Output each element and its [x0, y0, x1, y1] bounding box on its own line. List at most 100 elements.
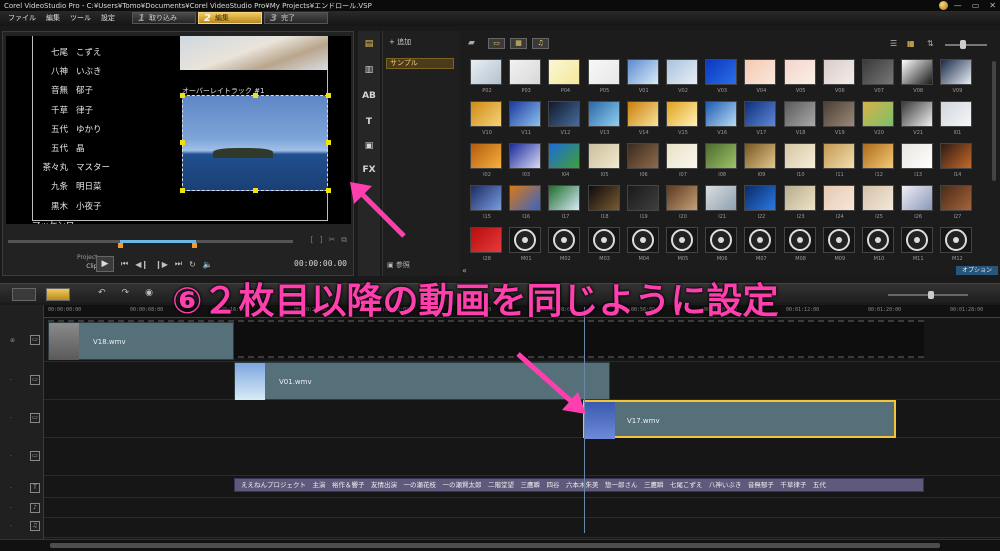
- library-thumbnail[interactable]: I07: [666, 143, 698, 178]
- title-icon[interactable]: T: [361, 117, 377, 131]
- library-thumbnail[interactable]: V01: [626, 59, 659, 94]
- next-frame-icon[interactable]: ❙▶: [155, 260, 168, 269]
- library-thumbnail[interactable]: M01: [509, 227, 542, 262]
- track-toggle-icon[interactable]: ·: [10, 377, 12, 384]
- library-thumbnail[interactable]: V12: [548, 101, 581, 136]
- timeline-scrollbar[interactable]: [0, 539, 1000, 551]
- clip-v17[interactable]: V17.wmv: [583, 400, 896, 439]
- library-thumbnail[interactable]: M04: [626, 227, 659, 262]
- menu-settings[interactable]: 設定: [101, 13, 115, 23]
- library-thumbnail[interactable]: I19: [626, 185, 659, 220]
- library-thumbnail[interactable]: M02: [548, 227, 581, 262]
- library-thumbnail[interactable]: I25: [862, 185, 894, 220]
- library-thumbnail[interactable]: M09: [822, 227, 855, 262]
- sort-icon[interactable]: ⇅: [927, 39, 934, 48]
- library-thumbnail[interactable]: V14: [626, 101, 659, 136]
- library-thumbnail[interactable]: V08: [901, 59, 934, 94]
- close-icon[interactable]: ✕: [989, 1, 996, 10]
- library-thumbnail[interactable]: M11: [901, 227, 934, 262]
- library-scrollbar[interactable]: [992, 61, 996, 181]
- menu-tools[interactable]: ツール: [70, 13, 91, 23]
- help-orb-icon[interactable]: [939, 1, 948, 10]
- options-tab[interactable]: オプション: [956, 266, 998, 275]
- overlay-clip[interactable]: [182, 95, 328, 191]
- library-thumbnail[interactable]: V10: [470, 101, 502, 136]
- library-thumbnail[interactable]: I15: [470, 185, 502, 220]
- zoom-slider[interactable]: [888, 291, 968, 299]
- track-toggle-icon[interactable]: ·: [10, 523, 12, 530]
- menu-file[interactable]: ファイル: [8, 13, 36, 23]
- graphic-icon[interactable]: ▣: [361, 141, 377, 155]
- trim-end-marker[interactable]: [192, 243, 197, 248]
- library-thumbnail[interactable]: M10: [862, 227, 894, 262]
- track-toggle-icon[interactable]: ⊕: [10, 337, 15, 344]
- collapse-icon[interactable]: «: [462, 266, 467, 275]
- scrollbar-thumb[interactable]: [50, 543, 940, 548]
- library-thumbnail[interactable]: I14: [940, 143, 973, 178]
- library-thumbnail[interactable]: V06: [822, 59, 855, 94]
- slider-knob[interactable]: [960, 40, 966, 49]
- playhead[interactable]: [584, 307, 585, 533]
- library-thumbnail[interactable]: V19: [822, 101, 855, 136]
- step-edit[interactable]: 2 編集: [198, 12, 262, 24]
- library-thumbnail[interactable]: I20: [666, 185, 698, 220]
- thumbnail-size-slider[interactable]: [945, 44, 987, 46]
- library-thumbnail[interactable]: V21: [901, 101, 934, 136]
- preview-screen[interactable]: 七尾 こずえ 八神 いぶき 音無 郁子 千草 律子 五代 ゆかり 五代晶茶々丸 マスター 九条 明日菜 黒木…: [6, 36, 351, 224]
- library-thumbnail[interactable]: V04: [744, 59, 777, 94]
- library-thumbnail[interactable]: I26: [901, 185, 934, 220]
- trim-start-marker[interactable]: [118, 243, 123, 248]
- mark-in-icon[interactable]: [: [310, 235, 313, 245]
- library-thumbnail[interactable]: V03: [705, 59, 738, 94]
- library-thumbnail[interactable]: M07: [744, 227, 777, 262]
- show-photos-button[interactable]: ▦: [510, 38, 527, 49]
- home-icon[interactable]: ⏮: [121, 259, 128, 269]
- resize-handle[interactable]: [180, 188, 185, 193]
- fx-icon[interactable]: FX: [361, 165, 377, 179]
- library-thumbnail[interactable]: V16: [705, 101, 738, 136]
- title-clip[interactable]: ええねんプロジェクト 主演 裕作＆響子 友情出演 一の瀬花枝 一の瀬賢太郎 二階…: [234, 478, 924, 492]
- title-track-icon[interactable]: T: [30, 483, 40, 493]
- track-toggle-icon[interactable]: ·: [10, 485, 12, 492]
- add-folder-button[interactable]: + 追加: [389, 37, 411, 47]
- library-thumbnail[interactable]: I04: [548, 143, 581, 178]
- library-thumbnail[interactable]: M06: [705, 227, 738, 262]
- resize-handle[interactable]: [326, 188, 331, 193]
- resize-handle[interactable]: [253, 93, 258, 98]
- library-thumbnail[interactable]: I08: [705, 143, 738, 178]
- library-thumbnail[interactable]: I16: [509, 185, 542, 220]
- folder-sample[interactable]: サンプル: [386, 58, 454, 69]
- timecode-display[interactable]: 00:00:00.00: [294, 259, 347, 268]
- library-thumbnail[interactable]: V02: [666, 59, 698, 94]
- library-thumbnail[interactable]: I28: [470, 227, 502, 262]
- library-thumbnail[interactable]: V17: [744, 101, 777, 136]
- record-icon[interactable]: ◉: [145, 288, 153, 298]
- step-share[interactable]: 3 完了: [264, 12, 328, 24]
- scrub-bar[interactable]: [8, 240, 293, 243]
- library-thumbnail[interactable]: P02: [470, 59, 502, 94]
- library-thumbnail[interactable]: I21: [705, 185, 738, 220]
- library-thumbnail[interactable]: I11: [822, 143, 855, 178]
- prev-frame-icon[interactable]: ◀❙: [135, 260, 148, 269]
- browse-button[interactable]: ▣ 参照: [387, 260, 410, 270]
- zoom-knob[interactable]: [928, 291, 934, 299]
- library-thumbnail[interactable]: I01: [940, 101, 973, 136]
- library-thumbnail[interactable]: V05: [783, 59, 816, 94]
- play-button[interactable]: ▶: [96, 256, 114, 272]
- library-thumbnail[interactable]: M08: [783, 227, 816, 262]
- thumbnail-view-icon[interactable]: ▦: [907, 39, 915, 48]
- library-thumbnail[interactable]: V20: [862, 101, 894, 136]
- library-thumbnail[interactable]: P03: [509, 59, 542, 94]
- track-toggle-icon[interactable]: ·: [10, 453, 12, 460]
- library-thumbnail[interactable]: I10: [783, 143, 816, 178]
- library-thumbnail[interactable]: V11: [509, 101, 542, 136]
- show-audio-button[interactable]: ♫: [532, 38, 549, 49]
- library-thumbnail[interactable]: I05: [587, 143, 620, 178]
- library-thumbnail[interactable]: I17: [548, 185, 581, 220]
- library-thumbnail[interactable]: M05: [666, 227, 698, 262]
- maximize-icon[interactable]: ▭: [972, 1, 980, 10]
- menu-edit[interactable]: 編集: [46, 13, 60, 23]
- clip-v18[interactable]: V18.wmv: [48, 322, 234, 360]
- library-thumbnail[interactable]: V18: [783, 101, 816, 136]
- timeline-view-button[interactable]: [46, 288, 70, 301]
